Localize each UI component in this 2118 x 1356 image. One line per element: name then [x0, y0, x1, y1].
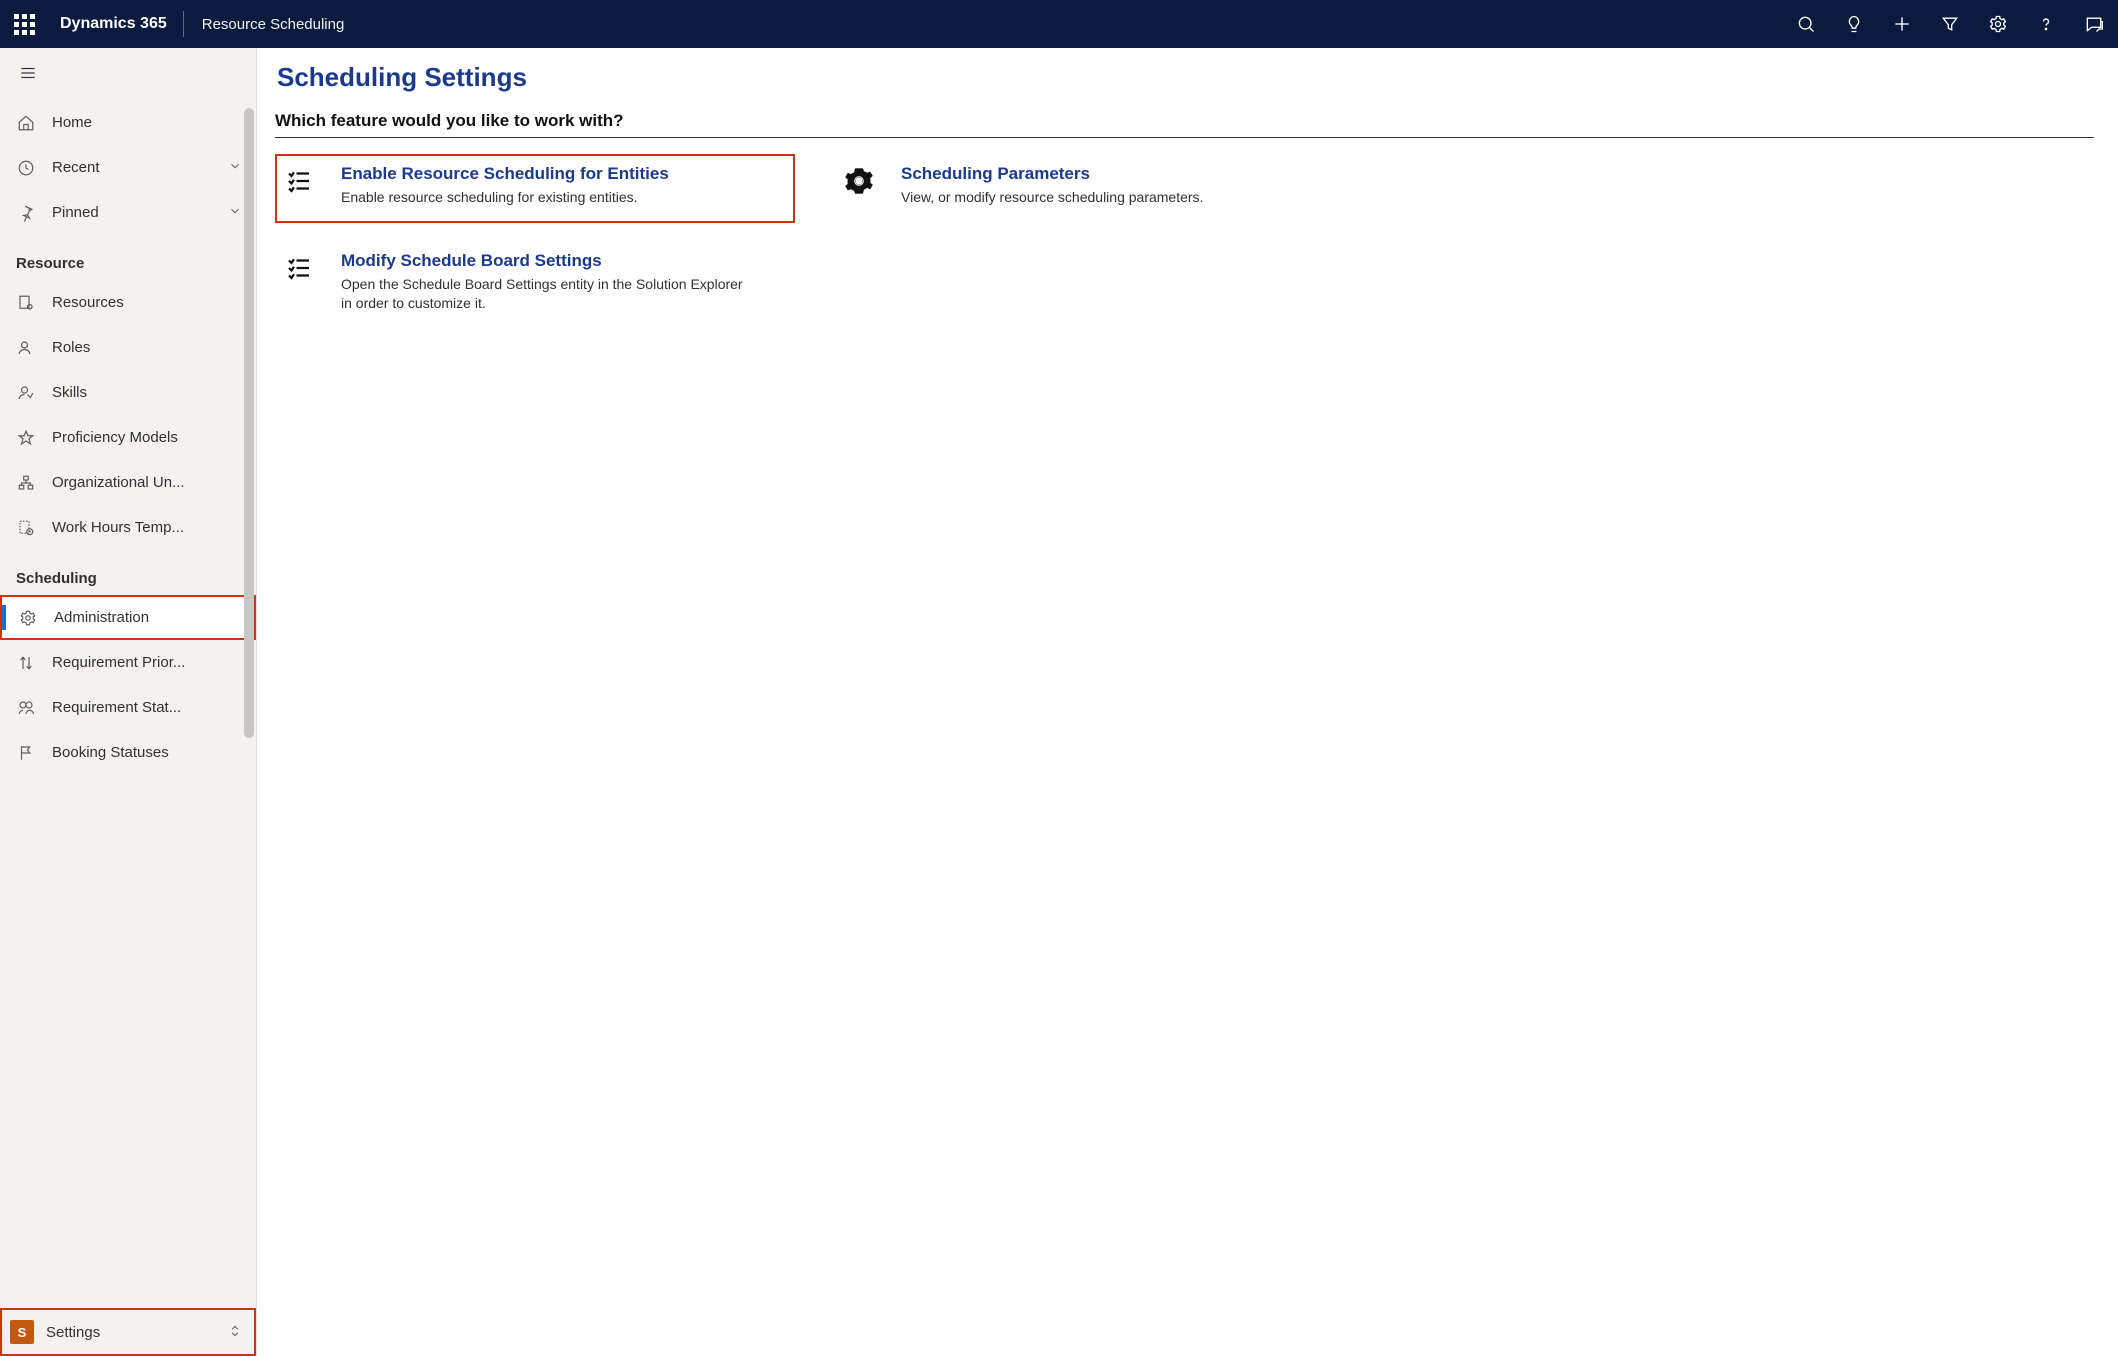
search-icon: [1796, 14, 1816, 34]
brand-label[interactable]: Dynamics 365: [48, 15, 179, 33]
nav-item-label: Booking Statuses: [52, 744, 244, 761]
tile-desc: Enable resource scheduling for existing …: [341, 188, 751, 207]
app-launcher-button[interactable]: [0, 0, 48, 48]
sidebar-scrollbar-thumb[interactable]: [244, 108, 254, 738]
gear-icon: [1988, 14, 2008, 34]
updown-icon: [228, 1322, 244, 1343]
nav-skills[interactable]: Skills: [0, 370, 256, 415]
nav-item-label: Work Hours Temp...: [52, 519, 244, 536]
section-question: Which feature would you like to work wit…: [275, 111, 2094, 138]
topbar-separator: [183, 11, 184, 37]
checklist-icon: [279, 251, 319, 283]
shell: Home Recent Pinned Resource Resources: [0, 48, 2118, 1356]
sidebar-header: [0, 48, 256, 100]
nav-booking-statuses[interactable]: Booking Statuses: [0, 730, 256, 775]
nav-group-scheduling: Scheduling: [0, 550, 256, 595]
nav-item-label: Roles: [52, 339, 244, 356]
nav-recent-label: Recent: [52, 159, 212, 176]
org-icon: [16, 473, 36, 493]
nav-item-label: Resources: [52, 294, 244, 311]
nav-home[interactable]: Home: [0, 100, 256, 145]
nav-home-label: Home: [52, 114, 244, 131]
flag-icon: [16, 743, 36, 763]
search-button[interactable]: [1782, 0, 1830, 48]
nav-item-label: Requirement Prior...: [52, 654, 244, 671]
funnel-icon: [1940, 14, 1960, 34]
tile-title: Modify Schedule Board Settings: [341, 251, 785, 271]
home-icon: [16, 113, 36, 133]
tile-column-1: Enable Resource Scheduling for Entities …: [275, 154, 795, 329]
tile-scheduling-parameters[interactable]: Scheduling Parameters View, or modify re…: [835, 154, 1355, 223]
chat-button[interactable]: [2070, 0, 2118, 48]
topbar-icons: [1782, 0, 2118, 48]
filter-button[interactable]: [1926, 0, 1974, 48]
chevron-down-icon: [228, 204, 244, 221]
assistant-button[interactable]: [1830, 0, 1878, 48]
nav-roles[interactable]: Roles: [0, 325, 256, 370]
nav-pinned[interactable]: Pinned: [0, 190, 256, 235]
nav-proficiency[interactable]: Proficiency Models: [0, 415, 256, 460]
app-name-crumb[interactable]: Resource Scheduling: [188, 16, 359, 33]
nav-req-statuses[interactable]: Requirement Stat...: [0, 685, 256, 730]
nav-item-label: Requirement Stat...: [52, 699, 244, 716]
clock-icon: [16, 158, 36, 178]
hamburger-icon: [18, 64, 38, 82]
tile-column-2: Scheduling Parameters View, or modify re…: [835, 154, 1355, 329]
tile-modify-schedule-board[interactable]: Modify Schedule Board Settings Open the …: [275, 241, 795, 329]
resource-icon: [16, 293, 36, 313]
waffle-icon: [14, 14, 35, 35]
plus-icon: [1892, 14, 1912, 34]
new-button[interactable]: [1878, 0, 1926, 48]
chevron-down-icon: [228, 159, 244, 176]
nav-recent[interactable]: Recent: [0, 145, 256, 190]
pin-icon: [16, 203, 36, 223]
chat-icon: [2084, 14, 2104, 34]
sidebar: Home Recent Pinned Resource Resources: [0, 48, 257, 1356]
area-badge: S: [10, 1320, 34, 1344]
nav-org-units[interactable]: Organizational Un...: [0, 460, 256, 505]
sidebar-toggle-button[interactable]: [18, 64, 38, 85]
nav-work-hours[interactable]: Work Hours Temp...: [0, 505, 256, 550]
content-area: Scheduling Settings Which feature would …: [257, 48, 2118, 1356]
tile-desc: Open the Schedule Board Settings entity …: [341, 275, 751, 313]
nav-item-label: Administration: [54, 609, 242, 626]
nav-pinned-label: Pinned: [52, 204, 212, 221]
status-icon: [16, 698, 36, 718]
star-icon: [16, 428, 36, 448]
question-icon: [2036, 14, 2056, 34]
page-title: Scheduling Settings: [277, 62, 2094, 93]
priority-icon: [16, 653, 36, 673]
help-button[interactable]: [2022, 0, 2070, 48]
settings-button[interactable]: [1974, 0, 2022, 48]
topbar: Dynamics 365 Resource Scheduling: [0, 0, 2118, 48]
gear-icon: [839, 164, 879, 196]
area-label: Settings: [46, 1324, 216, 1341]
nav-item-label: Skills: [52, 384, 244, 401]
nav-req-priorities[interactable]: Requirement Prior...: [0, 640, 256, 685]
lightbulb-icon: [1844, 14, 1864, 34]
nav-group-resource: Resource: [0, 235, 256, 280]
role-icon: [16, 338, 36, 358]
tiles-container: Enable Resource Scheduling for Entities …: [275, 154, 2094, 329]
nav-item-label: Proficiency Models: [52, 429, 244, 446]
nav-item-label: Organizational Un...: [52, 474, 244, 491]
checklist-icon: [279, 164, 319, 196]
gear-icon: [18, 608, 38, 628]
tile-title: Scheduling Parameters: [901, 164, 1345, 184]
area-switcher[interactable]: S Settings: [0, 1308, 256, 1356]
template-icon: [16, 518, 36, 538]
nav-administration[interactable]: Administration: [0, 595, 256, 640]
tile-enable-rs-entities[interactable]: Enable Resource Scheduling for Entities …: [275, 154, 795, 223]
tile-title: Enable Resource Scheduling for Entities: [341, 164, 785, 184]
nav-resources[interactable]: Resources: [0, 280, 256, 325]
tile-desc: View, or modify resource scheduling para…: [901, 188, 1311, 207]
skill-icon: [16, 383, 36, 403]
